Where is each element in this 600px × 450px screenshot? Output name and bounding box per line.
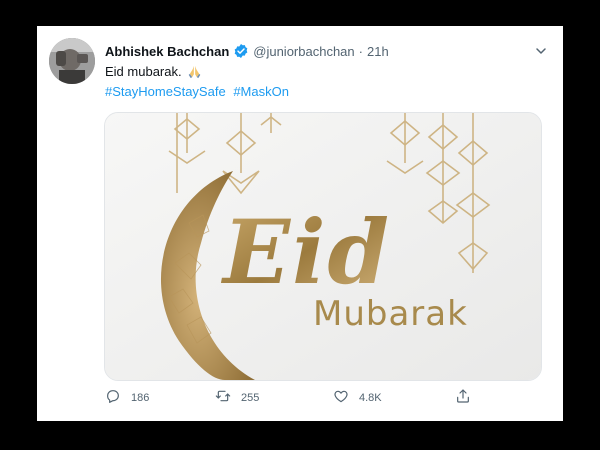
header-separator: · (358, 43, 363, 59)
share-button[interactable] (455, 388, 471, 407)
like-icon[interactable] (333, 388, 349, 407)
tweet-hashtags: #StayHomeStaySafe #MaskOn (105, 84, 293, 99)
tweet-actions: 186 255 4.8K (105, 388, 475, 412)
reply-button[interactable]: 186 (105, 388, 149, 407)
chevron-down-icon[interactable] (533, 43, 549, 59)
share-icon[interactable] (455, 388, 471, 407)
hashtag-link[interactable]: #StayHomeStaySafe (105, 84, 226, 99)
retweet-count: 255 (241, 391, 260, 404)
tweet-media-image[interactable]: Eid Mubarak (104, 112, 542, 381)
hashtag-link[interactable]: #MaskOn (233, 84, 289, 99)
folded-hands-icon (187, 64, 202, 79)
tweet-text-content: Eid mubarak. (105, 64, 182, 79)
tweet-card[interactable]: Abhishek Bachchan @juniorbachchan · 21h … (37, 26, 563, 421)
tweet-text: Eid mubarak. (105, 64, 202, 79)
like-count: 4.8K (359, 391, 382, 404)
like-button[interactable]: 4.8K (333, 388, 382, 407)
tweet-header: Abhishek Bachchan @juniorbachchan · 21h (105, 41, 549, 61)
verified-badge-icon (233, 43, 249, 59)
media-title-eid: Eid (220, 200, 391, 304)
reply-count: 186 (131, 391, 150, 404)
tweet-timestamp[interactable]: 21h (367, 44, 389, 59)
reply-icon[interactable] (105, 388, 121, 407)
author-name[interactable]: Abhishek Bachchan (105, 44, 229, 59)
avatar[interactable] (49, 38, 95, 84)
retweet-button[interactable]: 255 (215, 388, 259, 407)
author-handle[interactable]: @juniorbachchan (253, 44, 354, 59)
media-subtitle-mubarak: Mubarak (313, 294, 468, 334)
retweet-icon[interactable] (215, 388, 231, 407)
